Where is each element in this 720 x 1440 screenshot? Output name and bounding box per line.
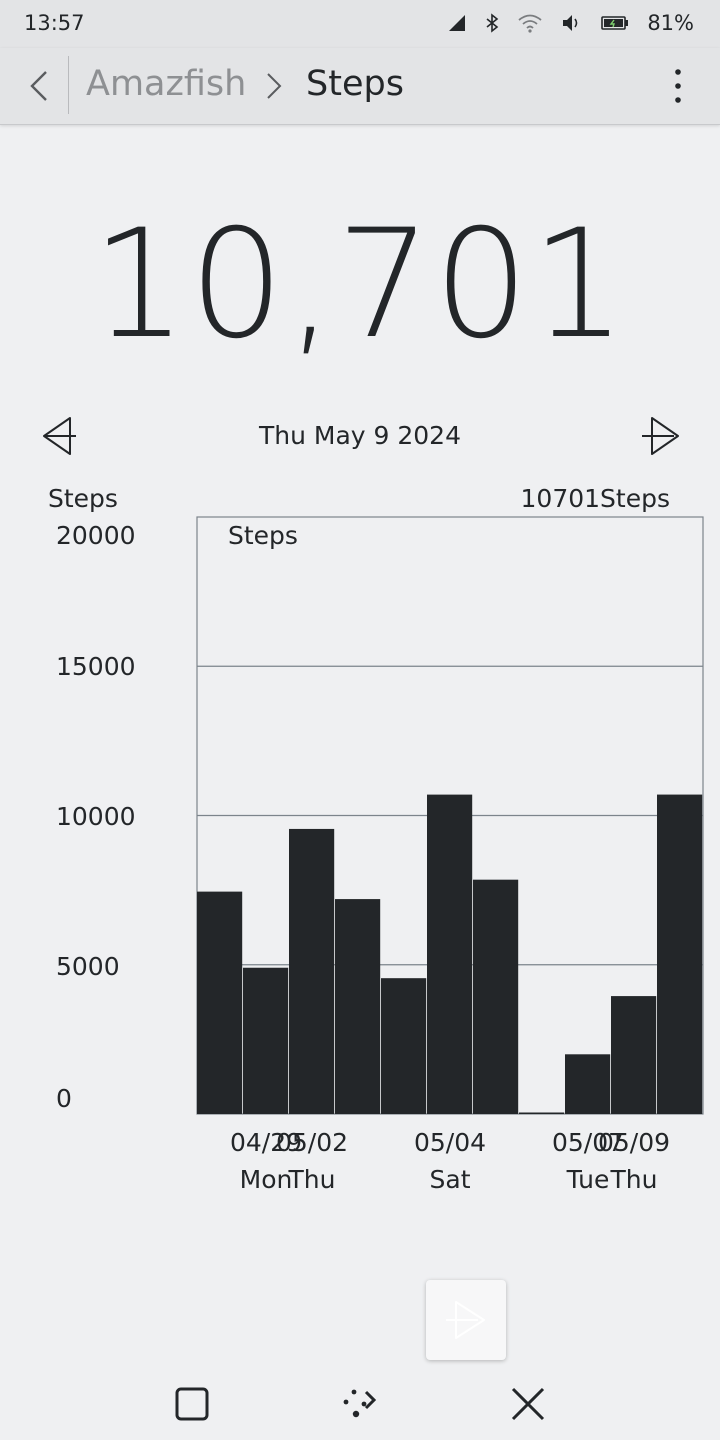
next-day-icon[interactable] <box>638 414 682 458</box>
step-count-display: 10,701 <box>91 198 629 372</box>
status-bar: 13:57 81% <box>0 0 720 48</box>
x-tick-day: Thu <box>610 1165 658 1194</box>
bluetooth-icon <box>486 13 499 33</box>
system-navbar <box>0 1370 720 1440</box>
steps-chart: 20000 15000 10000 5000 0 Steps 04/29 Mon 05/02 Th… <box>0 510 720 1210</box>
chart-bar <box>289 828 335 1114</box>
breadcrumb-chevron-icon <box>267 73 282 99</box>
page-title: Steps <box>306 64 404 104</box>
y-tick-label: 20000 <box>56 521 136 550</box>
chart-bar <box>519 1112 565 1114</box>
header-separator <box>68 56 69 114</box>
signal-icon <box>449 15 466 31</box>
y-tick-label: 0 <box>56 1084 72 1113</box>
square-icon[interactable] <box>172 1384 212 1424</box>
chart-series-label: Steps <box>228 521 298 550</box>
x-tick-day: Thu <box>288 1165 336 1194</box>
y-tick-label: 10000 <box>56 802 136 831</box>
play-button[interactable] <box>426 1280 506 1360</box>
chart-bar <box>473 879 519 1114</box>
battery-icon <box>601 16 629 30</box>
wifi-icon <box>518 14 542 33</box>
x-tick-day: Mon <box>240 1165 293 1194</box>
current-date: Thu May 9 2024 <box>258 421 461 450</box>
volume-icon <box>563 15 578 31</box>
chart-bar <box>427 794 473 1114</box>
y-tick-label: 15000 <box>56 652 136 681</box>
chart-bar <box>197 891 243 1114</box>
previous-day-icon[interactable] <box>40 414 84 458</box>
close-icon[interactable] <box>508 1384 548 1424</box>
x-tick-day: Sat <box>430 1165 471 1194</box>
chart-bar <box>335 899 381 1114</box>
battery-percentage: 81% <box>647 11 694 35</box>
x-tick-date: 05/09 <box>598 1128 670 1157</box>
chart-bar <box>611 996 657 1114</box>
dots-icon[interactable] <box>340 1384 380 1424</box>
chart-bar <box>657 794 703 1114</box>
chart-bar <box>381 978 427 1114</box>
x-tick-date: 05/02 <box>276 1128 348 1157</box>
x-tick-date: 05/04 <box>414 1128 486 1157</box>
y-tick-label: 5000 <box>56 952 120 981</box>
status-icons: 81% <box>447 11 694 35</box>
chart-y-axis-title: Steps <box>48 484 118 513</box>
steps-chart-svg: 20000150001000050000Steps04/29Mon05/02Th… <box>56 516 704 1194</box>
overflow-menu-icon[interactable] <box>666 66 690 106</box>
chart-bar <box>565 1054 611 1114</box>
breadcrumb-parent[interactable]: Amazfish <box>86 64 246 104</box>
chart-total-steps: 10701Steps <box>520 484 670 513</box>
back-arrow-icon[interactable] <box>22 66 58 106</box>
x-tick-day: Tue <box>566 1165 610 1194</box>
page-header: Amazfish Steps <box>0 48 720 125</box>
chart-bar <box>243 967 289 1114</box>
status-time: 13:57 <box>24 11 85 35</box>
play-icon <box>446 1301 485 1339</box>
